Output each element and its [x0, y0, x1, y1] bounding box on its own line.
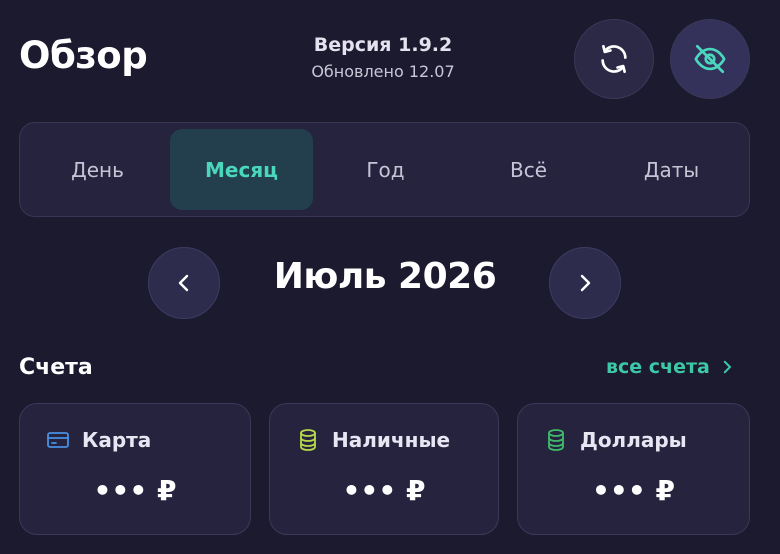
credit-card-icon [47, 432, 69, 448]
account-balance: ••• ₽ [592, 474, 675, 507]
version-label: Версия 1.9.2 [313, 34, 453, 56]
eye-off-icon [694, 44, 726, 74]
refresh-button[interactable] [574, 19, 654, 99]
period-label: Июль 2026 [273, 256, 497, 297]
tab-year[interactable]: Год [314, 129, 457, 210]
account-card-card[interactable]: Карта ••• ₽ [19, 403, 251, 535]
updated-label: Обновлено 12.07 [311, 62, 455, 81]
next-period-button[interactable] [549, 247, 621, 319]
version-info: Версия 1.9.2 Обновлено 12.07 [250, 34, 516, 81]
account-name: Наличные [332, 428, 451, 452]
account-balance: ••• ₽ [342, 474, 426, 507]
previous-period-button[interactable] [148, 247, 220, 319]
page-title: Обзор [19, 34, 148, 77]
account-card-dollars[interactable]: Доллары ••• ₽ [517, 403, 750, 535]
account-name: Доллары [580, 428, 687, 452]
period-tabs: День Месяц Год Всё Даты [19, 122, 750, 217]
all-accounts-label: все счета [606, 356, 710, 378]
coins-icon [548, 429, 564, 451]
tab-day[interactable]: День [26, 129, 169, 210]
all-accounts-link[interactable]: все счета [606, 356, 736, 378]
chevron-right-icon [580, 274, 591, 292]
refresh-icon [601, 44, 627, 74]
account-card-header: Наличные [296, 428, 450, 452]
accounts-section-title: Счета [19, 355, 93, 380]
account-card-cash[interactable]: Наличные ••• ₽ [269, 403, 499, 535]
chevron-left-icon [178, 274, 189, 292]
account-card-header: Доллары [544, 428, 687, 452]
coins-icon [300, 429, 316, 451]
account-name: Карта [82, 428, 152, 452]
account-balance: ••• ₽ [93, 474, 177, 507]
hide-balances-button[interactable] [670, 19, 750, 99]
tab-month[interactable]: Месяц [170, 129, 313, 210]
tab-all[interactable]: Всё [457, 129, 600, 210]
chevron-right-icon [723, 360, 731, 374]
tab-dates[interactable]: Даты [600, 129, 743, 210]
account-card-header: Карта [46, 428, 151, 452]
